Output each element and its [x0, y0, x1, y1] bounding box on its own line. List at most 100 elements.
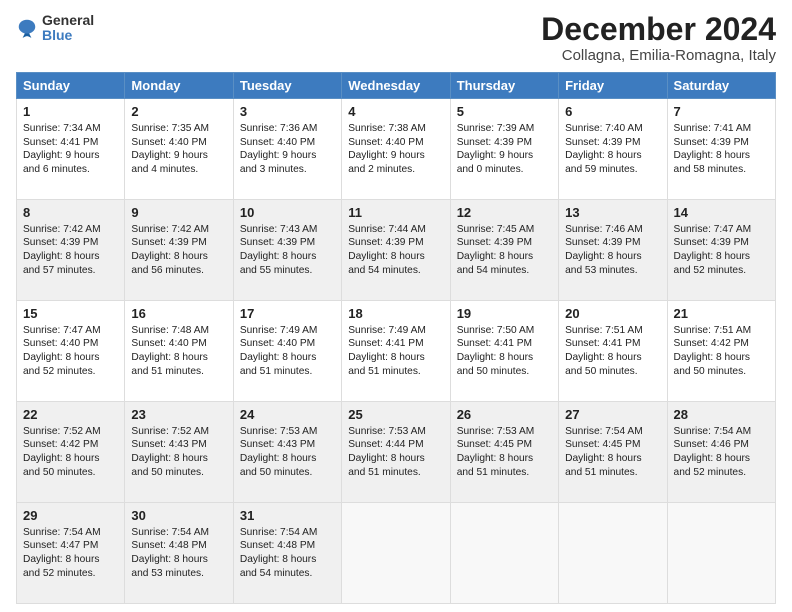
sunrise-text: Sunrise: 7:47 AM: [674, 224, 752, 235]
sunrise-text: Sunrise: 7:35 AM: [131, 123, 209, 134]
day-number: 30: [131, 507, 226, 525]
calendar-cell: [667, 503, 775, 604]
daylight-text: Daylight: 8 hours and 59 minutes.: [565, 150, 641, 175]
sunset-text: Sunset: 4:45 PM: [457, 439, 532, 450]
day-number: 2: [131, 103, 226, 121]
sunset-text: Sunset: 4:40 PM: [348, 137, 423, 148]
calendar-cell: 14 Sunrise: 7:47 AM Sunset: 4:39 PM Dayl…: [667, 200, 775, 301]
sunset-text: Sunset: 4:47 PM: [23, 540, 98, 551]
logo-text: General Blue: [42, 12, 94, 44]
daylight-text: Daylight: 8 hours and 52 minutes.: [23, 352, 99, 377]
day-number: 4: [348, 103, 443, 121]
calendar-cell: 11 Sunrise: 7:44 AM Sunset: 4:39 PM Dayl…: [342, 200, 450, 301]
calendar-header-row: SundayMondayTuesdayWednesdayThursdayFrid…: [17, 73, 776, 99]
calendar-cell: 23 Sunrise: 7:52 AM Sunset: 4:43 PM Dayl…: [125, 402, 233, 503]
calendar-cell: 21 Sunrise: 7:51 AM Sunset: 4:42 PM Dayl…: [667, 301, 775, 402]
calendar-cell: 22 Sunrise: 7:52 AM Sunset: 4:42 PM Dayl…: [17, 402, 125, 503]
calendar-cell: [450, 503, 558, 604]
sunrise-text: Sunrise: 7:36 AM: [240, 123, 318, 134]
sunset-text: Sunset: 4:40 PM: [131, 137, 206, 148]
calendar-cell: 17 Sunrise: 7:49 AM Sunset: 4:40 PM Dayl…: [233, 301, 341, 402]
calendar-cell: 15 Sunrise: 7:47 AM Sunset: 4:40 PM Dayl…: [17, 301, 125, 402]
daylight-text: Daylight: 9 hours and 4 minutes.: [131, 150, 207, 175]
sunrise-text: Sunrise: 7:50 AM: [457, 325, 535, 336]
calendar-week-3: 15 Sunrise: 7:47 AM Sunset: 4:40 PM Dayl…: [17, 301, 776, 402]
daylight-text: Daylight: 8 hours and 58 minutes.: [674, 150, 750, 175]
day-number: 26: [457, 406, 552, 424]
calendar-cell: 31 Sunrise: 7:54 AM Sunset: 4:48 PM Dayl…: [233, 503, 341, 604]
sunset-text: Sunset: 4:40 PM: [23, 338, 98, 349]
day-number: 23: [131, 406, 226, 424]
calendar-cell: [342, 503, 450, 604]
daylight-text: Daylight: 8 hours and 51 minutes.: [348, 352, 424, 377]
calendar-cell: 20 Sunrise: 7:51 AM Sunset: 4:41 PM Dayl…: [559, 301, 667, 402]
sunset-text: Sunset: 4:48 PM: [240, 540, 315, 551]
sunset-text: Sunset: 4:41 PM: [348, 338, 423, 349]
day-number: 18: [348, 305, 443, 323]
calendar-cell: 16 Sunrise: 7:48 AM Sunset: 4:40 PM Dayl…: [125, 301, 233, 402]
daylight-text: Daylight: 8 hours and 51 minutes.: [457, 453, 533, 478]
calendar-cell: 5 Sunrise: 7:39 AM Sunset: 4:39 PM Dayli…: [450, 99, 558, 200]
calendar-cell: 6 Sunrise: 7:40 AM Sunset: 4:39 PM Dayli…: [559, 99, 667, 200]
calendar-table: SundayMondayTuesdayWednesdayThursdayFrid…: [16, 72, 776, 604]
day-header-saturday: Saturday: [667, 73, 775, 99]
day-number: 8: [23, 204, 118, 222]
daylight-text: Daylight: 8 hours and 50 minutes.: [23, 453, 99, 478]
calendar-cell: 4 Sunrise: 7:38 AM Sunset: 4:40 PM Dayli…: [342, 99, 450, 200]
sunset-text: Sunset: 4:41 PM: [565, 338, 640, 349]
logo: General Blue: [16, 12, 94, 44]
sunset-text: Sunset: 4:39 PM: [348, 237, 423, 248]
sunrise-text: Sunrise: 7:42 AM: [23, 224, 101, 235]
sunrise-text: Sunrise: 7:43 AM: [240, 224, 318, 235]
sunset-text: Sunset: 4:45 PM: [565, 439, 640, 450]
page-header: General Blue December 2024 Collagna, Emi…: [16, 12, 776, 64]
sunrise-text: Sunrise: 7:54 AM: [674, 426, 752, 437]
daylight-text: Daylight: 8 hours and 51 minutes.: [348, 453, 424, 478]
sunset-text: Sunset: 4:39 PM: [457, 137, 532, 148]
daylight-text: Daylight: 8 hours and 52 minutes.: [674, 453, 750, 478]
day-number: 31: [240, 507, 335, 525]
day-number: 5: [457, 103, 552, 121]
sunrise-text: Sunrise: 7:53 AM: [348, 426, 426, 437]
sunset-text: Sunset: 4:39 PM: [674, 237, 749, 248]
sunrise-text: Sunrise: 7:38 AM: [348, 123, 426, 134]
calendar-cell: 1 Sunrise: 7:34 AM Sunset: 4:41 PM Dayli…: [17, 99, 125, 200]
day-number: 29: [23, 507, 118, 525]
day-header-thursday: Thursday: [450, 73, 558, 99]
calendar-cell: 24 Sunrise: 7:53 AM Sunset: 4:43 PM Dayl…: [233, 402, 341, 503]
day-header-sunday: Sunday: [17, 73, 125, 99]
sunset-text: Sunset: 4:44 PM: [348, 439, 423, 450]
sunset-text: Sunset: 4:43 PM: [240, 439, 315, 450]
sunset-text: Sunset: 4:39 PM: [131, 237, 206, 248]
title-section: December 2024 Collagna, Emilia-Romagna, …: [541, 12, 776, 64]
daylight-text: Daylight: 8 hours and 52 minutes.: [23, 554, 99, 579]
day-number: 11: [348, 204, 443, 222]
day-number: 3: [240, 103, 335, 121]
sunrise-text: Sunrise: 7:52 AM: [23, 426, 101, 437]
calendar-cell: 28 Sunrise: 7:54 AM Sunset: 4:46 PM Dayl…: [667, 402, 775, 503]
day-header-friday: Friday: [559, 73, 667, 99]
logo-icon: [16, 17, 38, 39]
calendar-cell: 10 Sunrise: 7:43 AM Sunset: 4:39 PM Dayl…: [233, 200, 341, 301]
day-number: 7: [674, 103, 769, 121]
calendar-cell: 18 Sunrise: 7:49 AM Sunset: 4:41 PM Dayl…: [342, 301, 450, 402]
daylight-text: Daylight: 8 hours and 54 minutes.: [457, 251, 533, 276]
sunset-text: Sunset: 4:43 PM: [131, 439, 206, 450]
sunrise-text: Sunrise: 7:47 AM: [23, 325, 101, 336]
calendar-cell: 12 Sunrise: 7:45 AM Sunset: 4:39 PM Dayl…: [450, 200, 558, 301]
calendar-cell: 29 Sunrise: 7:54 AM Sunset: 4:47 PM Dayl…: [17, 503, 125, 604]
subtitle: Collagna, Emilia-Romagna, Italy: [541, 47, 776, 64]
sunset-text: Sunset: 4:42 PM: [674, 338, 749, 349]
sunset-text: Sunset: 4:39 PM: [674, 137, 749, 148]
sunrise-text: Sunrise: 7:49 AM: [240, 325, 318, 336]
daylight-text: Daylight: 8 hours and 50 minutes.: [565, 352, 641, 377]
day-header-tuesday: Tuesday: [233, 73, 341, 99]
day-number: 10: [240, 204, 335, 222]
sunrise-text: Sunrise: 7:34 AM: [23, 123, 101, 134]
page-container: General Blue December 2024 Collagna, Emi…: [0, 0, 792, 612]
sunrise-text: Sunrise: 7:54 AM: [240, 527, 318, 538]
month-title: December 2024: [541, 12, 776, 47]
day-number: 13: [565, 204, 660, 222]
day-number: 19: [457, 305, 552, 323]
calendar-cell: 13 Sunrise: 7:46 AM Sunset: 4:39 PM Dayl…: [559, 200, 667, 301]
